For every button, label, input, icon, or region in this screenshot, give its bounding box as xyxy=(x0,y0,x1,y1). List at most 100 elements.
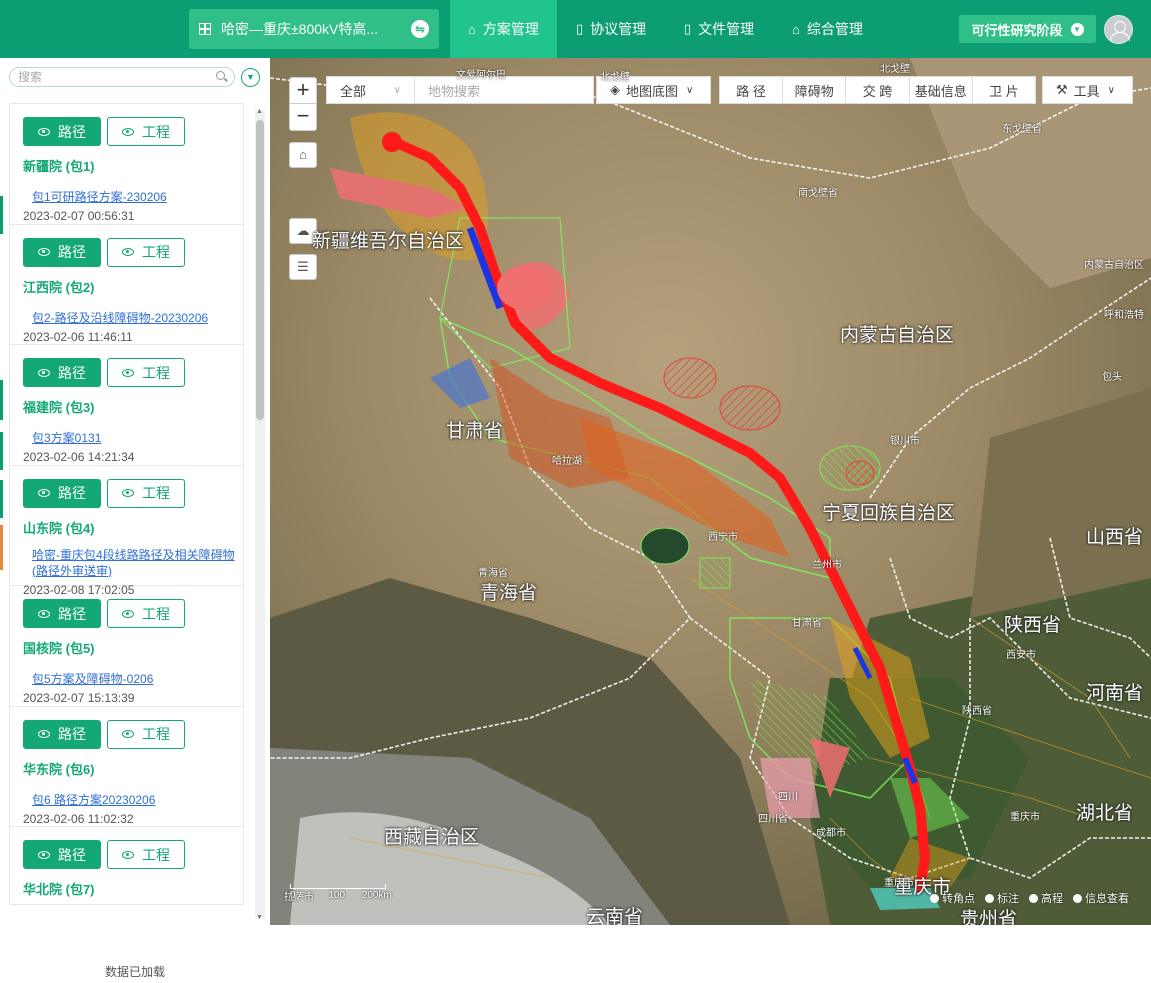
layer-toggle-group: 路 径障碍物交 跨基础信息卫 片 xyxy=(719,76,1036,104)
scheme-timestamp: 2023-02-07 15:13:39 xyxy=(23,691,135,705)
tab-general-management[interactable]: ⌂ 综合管理 xyxy=(774,0,881,58)
feature-search-placeholder: 地物搜索 xyxy=(428,83,481,99)
project-button[interactable]: 工程 xyxy=(107,478,185,508)
project-button[interactable]: 工程 xyxy=(107,358,185,387)
switch-icon[interactable]: ⇋ xyxy=(411,20,429,38)
tab-label: 方案管理 xyxy=(482,21,539,37)
grid-icon xyxy=(199,23,211,35)
scrollbar-thumb[interactable] xyxy=(256,120,264,420)
scale-line xyxy=(290,884,386,889)
scheme-card: 路径 工程 福建院 (包3) 包3方案0131 2023-02-06 14:21:34 xyxy=(10,345,243,466)
place-label: 甘肃省 xyxy=(792,618,822,629)
project-selector[interactable]: 哈密—重庆±800kV特高... ⇋ xyxy=(189,9,439,49)
tab-plan-management[interactable]: ⌂ 方案管理 xyxy=(450,0,557,58)
search-input[interactable]: 搜索 xyxy=(9,67,235,87)
route-button[interactable]: 路径 xyxy=(23,599,101,628)
project-button-label: 工程 xyxy=(142,244,170,260)
layer-toggle-button[interactable]: 卫 片 xyxy=(973,77,1035,103)
legend-item[interactable]: 标注 xyxy=(985,890,1019,906)
eye-icon xyxy=(38,609,50,618)
project-button-label: 工程 xyxy=(142,726,170,742)
scroll-down-icon[interactable]: ▼ xyxy=(256,914,263,921)
region-label: 新疆维吾尔自治区 xyxy=(312,230,465,252)
tab-label: 文件管理 xyxy=(698,21,755,37)
zoom-in-button[interactable]: + xyxy=(290,78,316,104)
project-button[interactable]: 工程 xyxy=(107,719,185,749)
map-view[interactable]: + − ⌂ ☁ ☰ 全部 ∨ 地物搜索 ◈ 地图底图 ∨ 路 径障碍物交 跨基础信息卫 … xyxy=(270,58,1151,925)
scrollbar[interactable]: ▲ ▼ xyxy=(255,108,265,921)
tools-dropdown[interactable]: ⚒ 工具 ∨ xyxy=(1042,76,1133,104)
route-button[interactable]: 路径 xyxy=(23,719,101,749)
top-navigation-bar: 哈密—重庆±800kV特高... ⇋ ⌂ 方案管理 ▯ 协议管理 ▯ 文件管理 ⌂ 综合… xyxy=(0,0,1151,58)
eye-icon xyxy=(38,730,50,738)
design-institute-name: 山东院 (包4) xyxy=(23,520,95,536)
place-label: 内蒙古自治区 xyxy=(1084,260,1144,271)
route-button-label: 路径 xyxy=(58,364,86,381)
search-placeholder: 搜索 xyxy=(18,70,43,84)
stage-dropdown[interactable]: 可行性研究阶段 ▼ xyxy=(959,15,1096,43)
legend-item[interactable]: 高程 xyxy=(1029,890,1063,906)
document-icon: ▯ xyxy=(684,21,692,36)
layer-toggle-button[interactable]: 障碍物 xyxy=(783,77,847,103)
chevron-down-icon: ∨ xyxy=(393,84,401,96)
satellite-map[interactable] xyxy=(270,58,1151,925)
project-button[interactable]: 工程 xyxy=(107,117,185,146)
project-button-label: 工程 xyxy=(142,605,170,622)
legend-item[interactable]: 信息查看 xyxy=(1073,890,1129,906)
route-button[interactable]: 路径 xyxy=(23,237,101,267)
scheme-timestamp: 2023-02-06 11:46:11 xyxy=(23,329,133,344)
design-institute-name: 华东院 (包6) xyxy=(23,761,95,777)
route-button[interactable]: 路径 xyxy=(23,358,101,387)
status-text: 数据已加载 xyxy=(104,965,165,979)
region-label: 西藏自治区 xyxy=(384,826,480,848)
route-button[interactable]: 路径 xyxy=(23,117,101,146)
scheme-card: 路径 工程 新疆院 (包1) 包1可研路径方案-230206 2023-02-07 00… xyxy=(10,104,243,225)
scheme-link[interactable]: 包3方案0131 xyxy=(32,430,243,446)
legend-label: 信息查看 xyxy=(1085,893,1129,905)
tools-button[interactable]: ⚒ 工具 ∨ xyxy=(1043,77,1128,103)
project-button[interactable]: 工程 xyxy=(107,599,185,628)
region-label: 贵州省 xyxy=(960,908,1018,925)
region-label: 河南省 xyxy=(1086,682,1144,704)
route-button[interactable]: 路径 xyxy=(23,478,101,508)
eye-icon xyxy=(38,489,50,497)
zoom-control: + − xyxy=(289,77,317,131)
place-label: 北戈壁 xyxy=(600,72,630,83)
place-label: 南戈壁省 xyxy=(798,188,838,199)
scheme-link[interactable]: 哈密-重庆包4段线路路径及相关障碍物(路径外审送审) xyxy=(32,547,243,579)
scheme-link[interactable]: 包5方案及障碍物-0206 xyxy=(32,671,243,687)
list-accent-bar xyxy=(0,380,3,420)
project-button-label: 工程 xyxy=(142,364,170,381)
list-accent-bar xyxy=(0,525,3,570)
eye-icon xyxy=(38,850,50,859)
project-button[interactable]: 工程 xyxy=(107,840,185,869)
chevron-down-icon: ∨ xyxy=(686,84,694,96)
tab-agreement-management[interactable]: ▯ 协议管理 xyxy=(558,0,664,58)
home-view-button[interactable]: ⌂ xyxy=(289,142,317,168)
avatar[interactable] xyxy=(1104,15,1133,44)
layers-icon: ◈ xyxy=(610,82,620,97)
zoom-out-button[interactable]: − xyxy=(290,104,316,130)
layer-toggle-button[interactable]: 路 径 xyxy=(720,77,784,103)
region-label: 山西省 xyxy=(1086,526,1144,548)
scroll-up-icon[interactable]: ▲ xyxy=(256,108,263,115)
scheme-card: 路径 工程 华东院 (包6) 包6 路径方案20230206 2023-02-06 11… xyxy=(10,707,243,827)
tab-file-management[interactable]: ▯ 文件管理 xyxy=(666,0,772,58)
scheme-link[interactable]: 包1可研路径方案-230206 xyxy=(32,189,243,205)
legend-item[interactable]: 转角点 xyxy=(930,890,975,906)
report-icon[interactable]: ☰ xyxy=(289,254,317,280)
filter-icon[interactable]: ▼ xyxy=(241,68,260,87)
scheme-link[interactable]: 包6 路径方案20230206 xyxy=(32,792,243,808)
category-select[interactable]: 全部 ∨ xyxy=(327,77,415,103)
eye-icon xyxy=(38,368,50,377)
route-button[interactable]: 路径 xyxy=(23,840,101,869)
layer-toggle-button[interactable]: 交 跨 xyxy=(846,77,910,103)
layer-toggle-button[interactable]: 基础信息 xyxy=(910,77,973,103)
project-button[interactable]: 工程 xyxy=(107,237,185,267)
design-institute-name: 福建院 (包3) xyxy=(23,400,95,415)
scheme-link[interactable]: 包2-路径及沿线障碍物-20230206 xyxy=(32,310,243,326)
project-title: 哈密—重庆±800kV特高... xyxy=(221,21,379,37)
list-accent-bar xyxy=(0,196,3,234)
place-label: 北戈壁 xyxy=(880,64,910,75)
tools-label: 工具 xyxy=(1073,83,1100,99)
